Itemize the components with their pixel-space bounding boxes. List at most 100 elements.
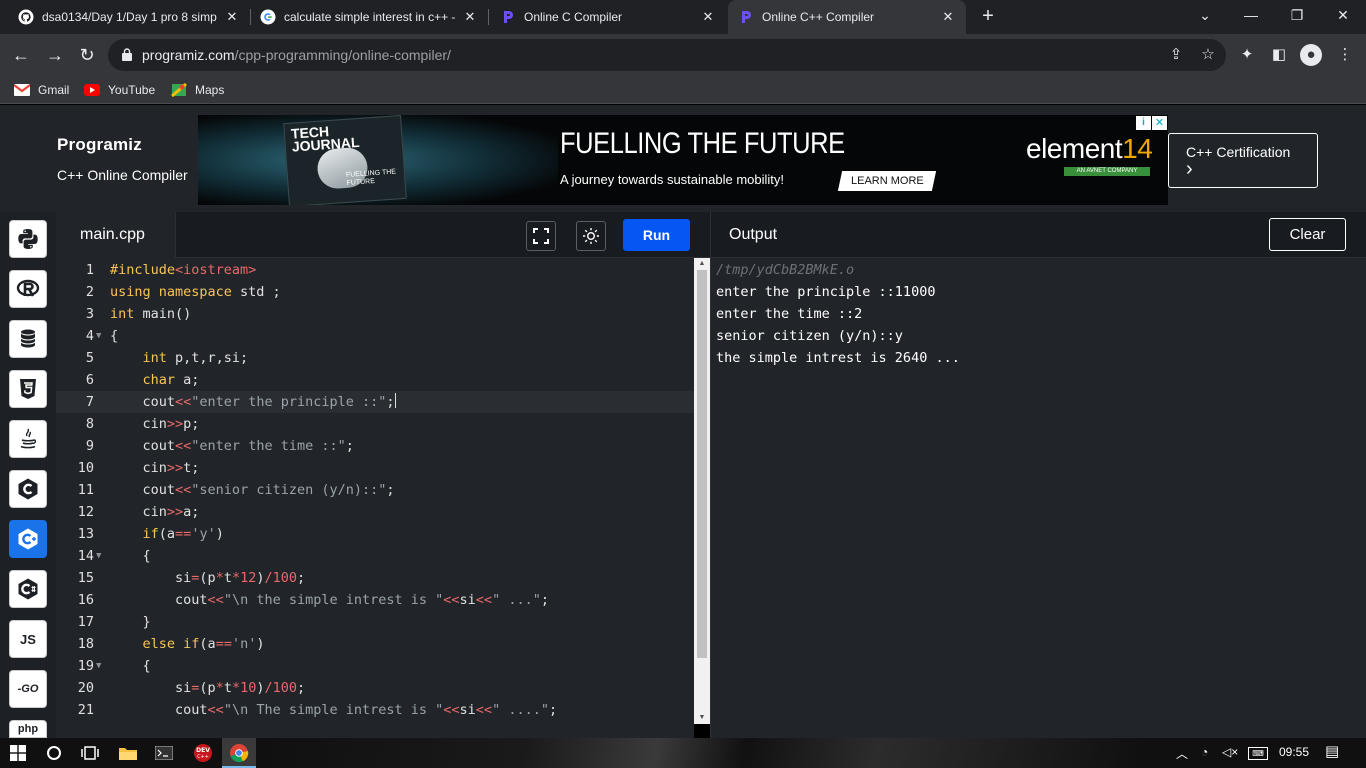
scroll-up-arrow-icon[interactable]: ▲	[694, 258, 710, 270]
side-panel-icon[interactable]: ◧	[1268, 44, 1290, 66]
minimize-icon[interactable]: —	[1228, 0, 1274, 30]
fold-arrow-icon[interactable]: ▼	[96, 325, 101, 347]
code-line[interactable]: 16 cout<<"\n the simple intrest is "<<si…	[56, 589, 694, 611]
close-icon[interactable]: ✕	[700, 9, 716, 25]
scrollbar-thumb[interactable]	[697, 270, 707, 658]
code-line[interactable]: 3 int main()	[56, 303, 694, 325]
output-console[interactable]: /tmp/ydCbB2BMkE.o enter the principle ::1…	[710, 258, 1366, 738]
search-icon[interactable]	[44, 743, 64, 763]
language-go-button[interactable]: -GO	[9, 670, 47, 708]
task-view-glyph-icon	[81, 746, 99, 760]
language-html-button[interactable]	[9, 370, 47, 408]
language-r-button[interactable]	[9, 270, 47, 308]
close-icon[interactable]: ✕	[940, 9, 956, 25]
language-sql-button[interactable]	[9, 320, 47, 358]
code-line[interactable]: 2 using namespace std ;	[56, 281, 694, 303]
close-icon[interactable]: ✕	[462, 9, 478, 25]
code-line[interactable]: 17 }	[56, 611, 694, 633]
code-token: si	[110, 570, 192, 586]
code-line[interactable]: 7 cout<<"enter the principle ::";	[56, 391, 694, 413]
close-icon[interactable]: ✕	[224, 9, 240, 25]
address-bar[interactable]: programiz.com/cpp-programming/online-com…	[108, 39, 1226, 71]
menu-kebab-icon[interactable]: ⋮	[1334, 44, 1356, 66]
language-java-button[interactable]	[9, 420, 47, 458]
share-icon[interactable]: ⇪	[1166, 45, 1186, 65]
language-python-button[interactable]	[9, 220, 47, 258]
tab-search-chevron-icon[interactable]: ⌄	[1182, 0, 1228, 30]
browser-tab-online-cpp[interactable]: Online C++ Compiler ✕	[728, 0, 966, 34]
terminal-icon[interactable]	[154, 743, 174, 763]
browser-tab-github[interactable]: dsa0134/Day 1/Day 1 pro 8 simp ✕	[8, 0, 250, 34]
code-line[interactable]: 14 ▼ {	[56, 545, 694, 567]
language-cpp-button[interactable]	[9, 520, 47, 558]
bookmark-star-icon[interactable]: ☆	[1198, 45, 1218, 65]
task-view-icon[interactable]	[80, 743, 100, 763]
code-token: using namespace	[110, 284, 241, 300]
code-line[interactable]: 15 si=(p*t*12)/100;	[56, 567, 694, 589]
clock-time[interactable]: 09:55	[1279, 745, 1309, 759]
code-line[interactable]: 1 #include<iostream>	[56, 259, 694, 281]
programiz-logo[interactable]: Programiz	[57, 135, 142, 155]
bookmark-gmail[interactable]: Gmail	[14, 81, 69, 99]
clear-button[interactable]: Clear	[1269, 218, 1346, 251]
language-c-button[interactable]	[9, 470, 47, 508]
ad-learn-more-button[interactable]: LEARN MORE	[837, 171, 937, 191]
notifications-icon[interactable]: ▤	[1325, 742, 1339, 760]
extensions-puzzle-icon[interactable]: ✦	[1236, 44, 1258, 66]
browser-tab-online-c[interactable]: Online C Compiler ✕	[490, 0, 726, 34]
code-editor[interactable]: 1 #include<iostream> 2 using namespace std …	[56, 258, 694, 738]
scroll-down-arrow-icon[interactable]: ▼	[694, 712, 710, 724]
fold-arrow-icon[interactable]: ▼	[96, 545, 101, 567]
ad-magazine-caption: FUELLING THE FUTURE	[345, 168, 397, 187]
code-line[interactable]: 19 ▼ {	[56, 655, 694, 677]
language-csharp-button[interactable]	[9, 570, 47, 608]
language-js-button[interactable]: JS	[9, 620, 47, 658]
code-line[interactable]: 11 cout<<"senior citizen (y/n)::";	[56, 479, 694, 501]
code-line[interactable]: 5 int p,t,r,si;	[56, 347, 694, 369]
code-line[interactable]: 12 cin>>a;	[56, 501, 694, 523]
fold-arrow-icon[interactable]: ▼	[96, 655, 101, 677]
new-tab-button[interactable]: +	[976, 5, 1000, 29]
cpp-certification-button[interactable]: C++ Certification ›	[1168, 133, 1318, 188]
code-token: (p	[199, 570, 216, 586]
ad-close-icon[interactable]: ✕	[1152, 116, 1167, 130]
file-tab-main-cpp[interactable]: main.cpp	[56, 212, 176, 259]
code-line[interactable]: 4 ▼ {	[56, 325, 694, 347]
code-line[interactable]: 9 cout<<"enter the time ::";	[56, 435, 694, 457]
advertisement-banner[interactable]: TECH JOURNAL FUELLING THE FUTURE FUELLIN…	[198, 115, 1168, 205]
code-line[interactable]: 8 cin>>p;	[56, 413, 694, 435]
file-explorer-icon[interactable]	[118, 743, 138, 763]
code-line[interactable]: 10 cin>>t;	[56, 457, 694, 479]
dev-cpp-icon[interactable]: DEV C++	[193, 743, 213, 763]
back-arrow-icon[interactable]: ←	[8, 42, 34, 68]
profile-avatar-icon[interactable]: ●	[1300, 44, 1322, 66]
line-number: 14	[77, 548, 94, 564]
code-line[interactable]: 20 si=(p*t*10)/100;	[56, 677, 694, 699]
code-line[interactable]: 13 if(a=='y')	[56, 523, 694, 545]
code-line[interactable]: 21 cout<<"\n The simple intrest is "<<si…	[56, 699, 694, 721]
fullscreen-button[interactable]	[526, 221, 556, 251]
browser-tab-google[interactable]: calculate simple interest in c++ - ✕	[250, 0, 488, 34]
restore-icon[interactable]: ❐	[1274, 0, 1320, 30]
start-icon[interactable]	[8, 743, 28, 763]
window-close-icon[interactable]: ✕	[1320, 0, 1366, 30]
run-button[interactable]: Run	[623, 219, 690, 251]
keyboard-icon[interactable]: ⌨	[1248, 747, 1268, 760]
reload-icon[interactable]: ↻	[74, 42, 100, 68]
theme-toggle-button[interactable]	[576, 221, 606, 251]
tray-chevron-up-icon[interactable]: ︿	[1176, 745, 1188, 762]
bookmark-youtube[interactable]: YouTube	[84, 81, 155, 99]
tab-title: calculate simple interest in c++ -	[284, 10, 456, 24]
editor-scrollbar[interactable]: ▲ ▼	[694, 258, 710, 724]
forward-arrow-icon[interactable]: →	[42, 42, 68, 68]
language-php-button[interactable]: php	[9, 720, 47, 738]
wifi-icon[interactable]: ◔	[1201, 745, 1208, 759]
code-line[interactable]: 18 else if(a=='n')	[56, 633, 694, 655]
ad-brand-word: element	[1026, 133, 1123, 164]
code-line[interactable]: 6 char a;	[56, 369, 694, 391]
svg-text:C++: C++	[197, 754, 209, 760]
ad-info-icon[interactable]: i	[1136, 116, 1151, 130]
volume-muted-icon[interactable]: ◁×	[1222, 745, 1238, 759]
bookmark-maps[interactable]: Maps	[171, 81, 224, 99]
chrome-icon[interactable]	[229, 743, 249, 763]
